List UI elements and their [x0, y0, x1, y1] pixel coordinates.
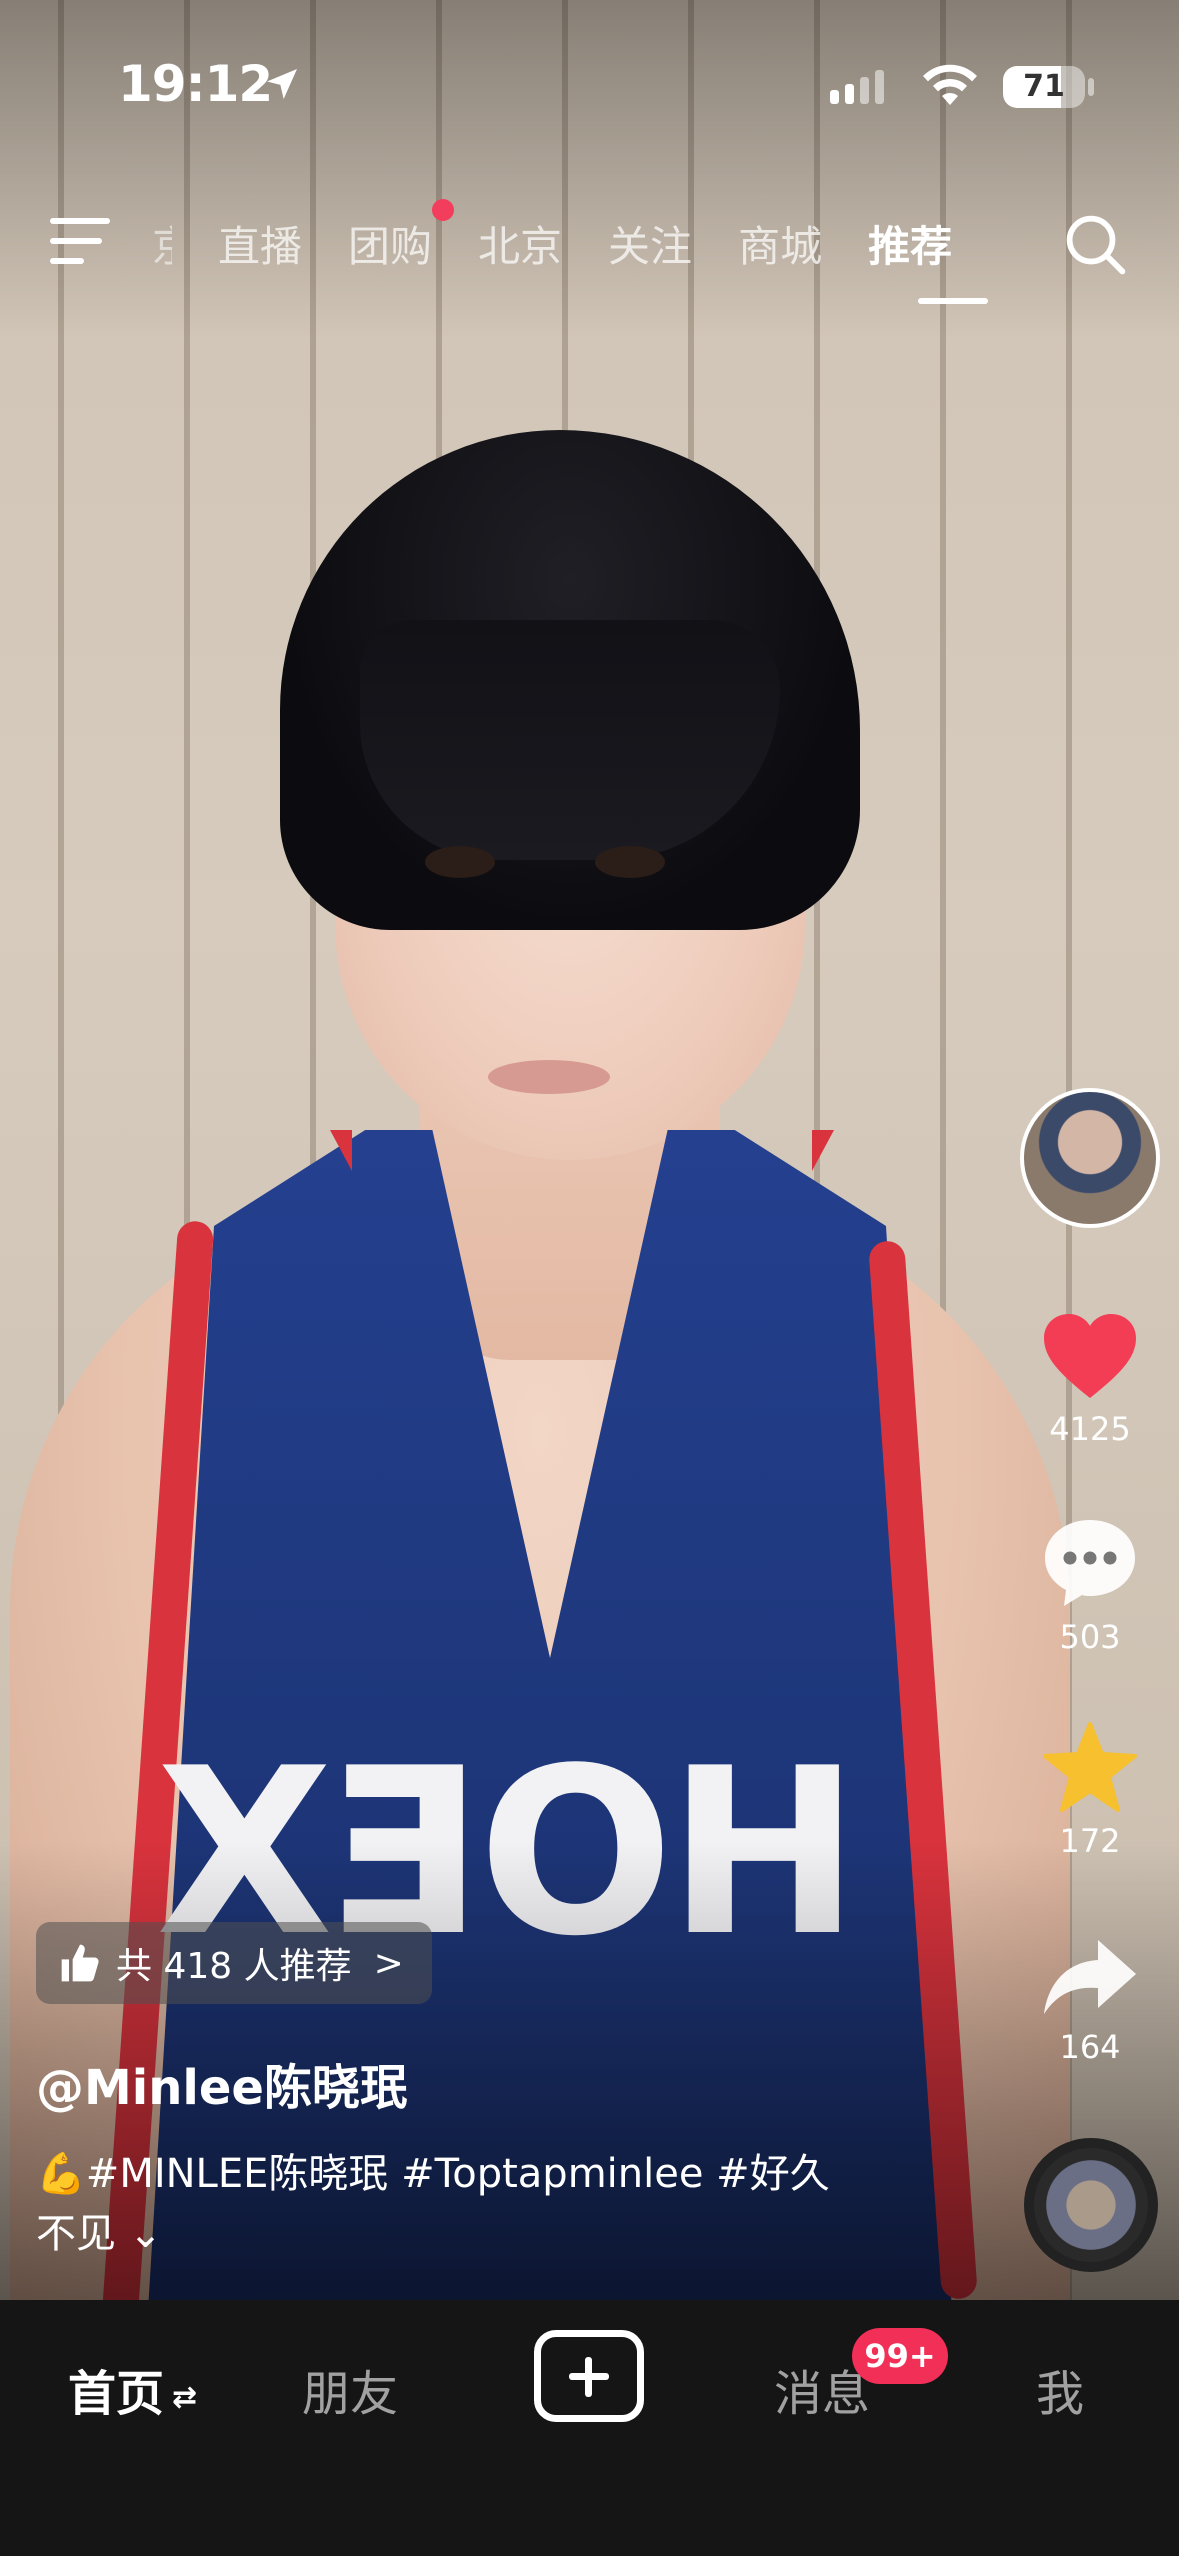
comment-button[interactable]: 503	[1010, 1516, 1170, 1656]
tab-label: 推荐	[868, 222, 953, 271]
search-icon[interactable]	[1063, 212, 1129, 278]
tab-live[interactable]: 直播	[218, 213, 302, 274]
recommend-text: 共 418 人推荐	[116, 1946, 352, 1987]
cellular-signal-icon	[830, 70, 884, 104]
wifi-icon	[923, 64, 977, 105]
share-arrow-icon	[1044, 1940, 1136, 2014]
nav-friends[interactable]: 朋友	[302, 2354, 398, 2424]
tab-beijing[interactable]: 北京	[478, 213, 562, 274]
author-avatar[interactable]	[1020, 1088, 1160, 1228]
share-count: 164	[1059, 2028, 1121, 2066]
caption-text: 💪#MINLEE陈晓珉 #Toptapminlee #好久	[36, 2151, 830, 2197]
tab-recommend[interactable]: 推荐	[868, 213, 952, 274]
tab-group-buy[interactable]: 团购	[348, 199, 455, 274]
person-lips	[488, 1060, 610, 1094]
comment-icon	[1045, 1520, 1135, 1606]
like-count: 4125	[1049, 1410, 1131, 1448]
tab-label: 关注	[608, 222, 693, 271]
status-bar: 19:12 71	[0, 0, 1179, 170]
location-arrow-icon	[267, 69, 297, 99]
tab-mall[interactable]: 商城	[738, 213, 822, 274]
tab-label: 直播	[218, 222, 303, 271]
tab-partial[interactable]: 京	[152, 213, 172, 274]
notification-dot	[432, 199, 455, 221]
battery-cap	[1088, 78, 1094, 96]
tab-label: 团购	[348, 222, 433, 271]
menu-icon[interactable]	[50, 218, 114, 266]
comment-count: 503	[1059, 1618, 1121, 1656]
nav-me[interactable]: 我	[1036, 2354, 1084, 2424]
messages-badge: 99+	[852, 2328, 948, 2384]
switch-icon: ⇄	[172, 2379, 198, 2415]
video-caption[interactable]: 💪#MINLEE陈晓珉 #Toptapminlee #好久 不见 ⌄	[36, 2144, 896, 2264]
person-eye-right	[595, 846, 665, 878]
person-eye-left	[425, 846, 495, 878]
star-icon	[1043, 1722, 1137, 1812]
tab-label: 商城	[738, 222, 823, 271]
music-disc[interactable]	[1024, 2138, 1158, 2272]
tab-label: 北京	[478, 222, 563, 271]
recommend-pill[interactable]: 共 418 人推荐 >	[36, 1922, 432, 2004]
heart-icon	[1044, 1314, 1136, 1398]
tab-following[interactable]: 关注	[608, 213, 692, 274]
nav-home-label: 首页	[68, 2366, 165, 2422]
like-button[interactable]: 4125	[1010, 1312, 1170, 1448]
favorite-button[interactable]: 172	[1010, 1720, 1170, 1860]
author-name[interactable]: @Minlee陈晓珉	[36, 2048, 408, 2118]
battery-icon: 71	[1003, 66, 1085, 108]
chevron-right-icon: >	[373, 1942, 404, 1984]
active-tab-indicator	[918, 298, 988, 304]
status-time: 19:12	[118, 55, 273, 113]
create-plus-button[interactable]	[534, 2330, 644, 2422]
top-tabs: 京 直播 团购 北京 关注 商城 推荐	[152, 199, 998, 274]
thumbs-up-icon	[61, 1944, 99, 1982]
share-button[interactable]: 164	[1010, 1936, 1170, 2066]
nav-home[interactable]: 首页 ⇄	[68, 2354, 197, 2424]
caption-expand[interactable]: 不见 ⌄	[36, 2204, 896, 2264]
favorite-count: 172	[1059, 1822, 1121, 1860]
battery-level: 71	[1023, 69, 1065, 104]
